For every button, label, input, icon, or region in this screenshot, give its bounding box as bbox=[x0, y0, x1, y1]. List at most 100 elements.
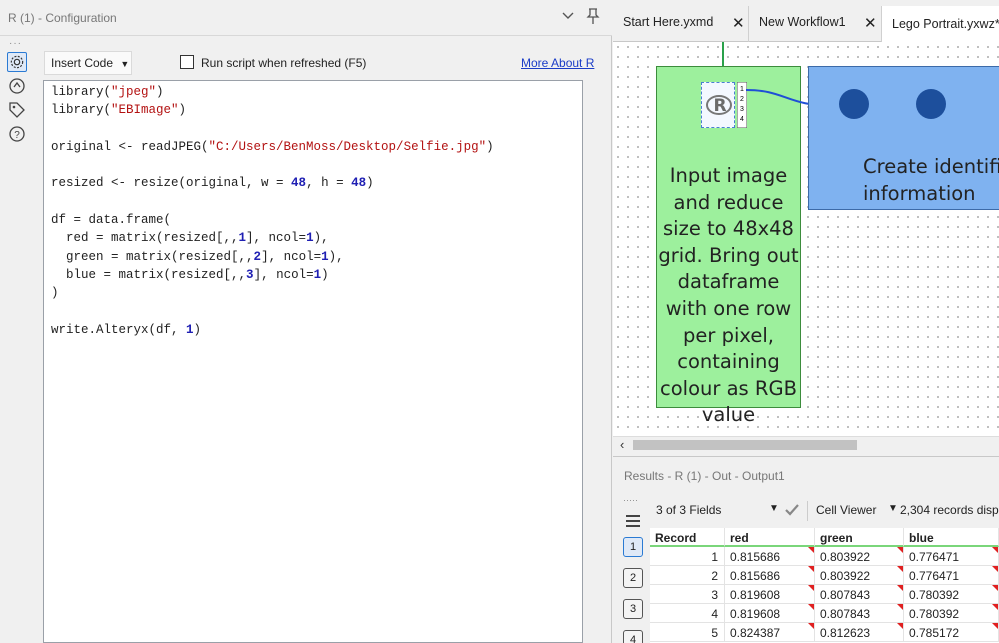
code-line[interactable]: df = data.frame( bbox=[51, 211, 494, 229]
code-line[interactable]: ​ bbox=[51, 193, 494, 211]
cell-flag-icon bbox=[808, 547, 814, 553]
svg-text:3: 3 bbox=[740, 106, 744, 113]
code-line[interactable]: ​ bbox=[51, 303, 494, 321]
table-cell[interactable]: 0.807843 bbox=[815, 604, 904, 623]
code-line[interactable]: library("EBImage") bbox=[51, 101, 494, 119]
table-row[interactable]: 2 0.815686 0.803922 0.776471 bbox=[650, 566, 999, 585]
table-cell[interactable]: 0.785172 bbox=[904, 623, 999, 642]
table-row[interactable]: 4 0.819608 0.807843 0.780392 bbox=[650, 604, 999, 623]
record-number-cell[interactable]: 5 bbox=[650, 623, 725, 642]
code-line[interactable]: ​ bbox=[51, 120, 494, 138]
close-icon[interactable]: ✕ bbox=[864, 14, 877, 32]
svg-text:R: R bbox=[713, 96, 726, 116]
drag-handle-dots: ··· bbox=[9, 38, 22, 49]
code-line[interactable]: resized <- resize(original, w = 48, h = … bbox=[51, 174, 494, 192]
workflow-canvas[interactable]: Input image and reduce size to 48x48 gri… bbox=[613, 42, 999, 436]
code-text[interactable]: library("jpeg")library("EBImage")​origin… bbox=[51, 83, 494, 339]
results-grid[interactable]: Record red green blue 1 0.815686 0.803922 0.776… bbox=[650, 528, 999, 643]
close-icon[interactable]: ✕ bbox=[732, 14, 745, 32]
column-header[interactable]: red bbox=[725, 528, 815, 547]
table-cell[interactable]: 0.807843 bbox=[815, 585, 904, 604]
table-row[interactable]: 3 0.819608 0.807843 0.780392 bbox=[650, 585, 999, 604]
table-cell[interactable]: 0.815686 bbox=[725, 547, 815, 566]
code-line[interactable]: red = matrix(resized[,,1], ncol=1), bbox=[51, 229, 494, 247]
cell-flag-icon bbox=[992, 623, 998, 629]
table-cell[interactable]: 0.780392 bbox=[904, 604, 999, 623]
table-row[interactable]: 5 0.824387 0.812623 0.785172 bbox=[650, 623, 999, 642]
code-line[interactable]: ​ bbox=[51, 156, 494, 174]
output-1-button[interactable]: 1 bbox=[623, 537, 643, 557]
help-icon[interactable]: ? bbox=[7, 124, 27, 144]
tab-start-here[interactable]: Start Here.yxmd ✕ bbox=[613, 6, 749, 42]
record-number-cell[interactable]: 1 bbox=[650, 547, 725, 566]
table-row[interactable]: 1 0.815686 0.803922 0.776471 bbox=[650, 547, 999, 566]
insert-code-dropdown[interactable]: Insert Code ▼ bbox=[44, 51, 132, 75]
r-code-editor[interactable]: library("jpeg")library("EBImage")​origin… bbox=[43, 80, 583, 643]
column-header[interactable]: Record bbox=[650, 528, 725, 547]
more-about-r-link[interactable]: More About R bbox=[521, 56, 594, 70]
table-cell[interactable]: 0.824387 bbox=[725, 623, 815, 642]
code-line[interactable]: blue = matrix(resized[,,3], ncol=1) bbox=[51, 266, 494, 284]
scrollbar-thumb[interactable] bbox=[633, 440, 857, 450]
tag-icon[interactable] bbox=[7, 100, 27, 120]
run-script-checkbox[interactable] bbox=[180, 55, 194, 69]
checkmark-icon[interactable] bbox=[783, 501, 801, 519]
cell-flag-icon bbox=[897, 585, 903, 591]
code-line[interactable]: original <- readJPEG("C:/Users/BenMoss/D… bbox=[51, 138, 494, 156]
table-cell[interactable]: 0.780392 bbox=[904, 585, 999, 604]
table-cell[interactable]: 0.776471 bbox=[904, 547, 999, 566]
table-cell[interactable]: 0.819608 bbox=[725, 604, 815, 623]
chevron-down-icon[interactable] bbox=[560, 8, 576, 24]
drag-handle-dots: ····· bbox=[623, 495, 638, 505]
annotation-container-blue[interactable]: Create identifie information bbox=[808, 66, 999, 210]
r-tool[interactable]: R bbox=[701, 82, 735, 128]
pin-icon[interactable] bbox=[584, 7, 602, 25]
results-panel: Results - R (1) - Out - Output1 ····· 1 … bbox=[613, 456, 999, 643]
refresh-arrow-icon[interactable] bbox=[7, 76, 27, 96]
gear-icon[interactable] bbox=[7, 52, 27, 72]
configuration-header: R (1) - Configuration bbox=[0, 0, 612, 36]
tool-icon-1[interactable] bbox=[839, 89, 869, 119]
output-3-button[interactable]: 3 bbox=[623, 599, 643, 619]
record-number-cell[interactable]: 4 bbox=[650, 604, 725, 623]
code-line[interactable]: green = matrix(resized[,,2], ncol=1), bbox=[51, 248, 494, 266]
list-icon[interactable] bbox=[623, 511, 643, 531]
output-4-button[interactable]: 4 bbox=[623, 630, 643, 643]
horizontal-scrollbar[interactable]: ‹ bbox=[613, 436, 999, 452]
cell-flag-icon bbox=[897, 547, 903, 553]
svg-text:1: 1 bbox=[740, 86, 744, 93]
fields-dropdown[interactable]: 3 of 3 Fields bbox=[656, 503, 721, 517]
output-2-button[interactable]: 2 bbox=[623, 568, 643, 588]
annotation-text: Create identifie information bbox=[863, 155, 999, 205]
results-side-toolbar: ····· 1 2 3 4 bbox=[619, 495, 647, 643]
table-cell[interactable]: 0.815686 bbox=[725, 566, 815, 585]
scroll-left-icon[interactable]: ‹ bbox=[620, 437, 624, 452]
caret-down-icon[interactable]: ▼ bbox=[888, 503, 898, 514]
tab-label: Lego Portrait.yxwz* bbox=[892, 17, 999, 31]
cell-flag-icon bbox=[897, 604, 903, 610]
column-header[interactable]: blue bbox=[904, 528, 999, 547]
record-number-cell[interactable]: 2 bbox=[650, 566, 725, 585]
table-cell[interactable]: 0.776471 bbox=[904, 566, 999, 585]
code-line[interactable]: write.Alteryx(df, 1) bbox=[51, 321, 494, 339]
tab-new-workflow[interactable]: New Workflow1 ✕ bbox=[749, 6, 882, 42]
cell-viewer-dropdown[interactable]: Cell Viewer bbox=[816, 503, 876, 517]
annotation-text: Input image and reduce size to 48x48 gri… bbox=[658, 164, 799, 427]
records-count: 2,304 records displayed bbox=[900, 503, 999, 517]
run-script-label: Run script when refreshed (F5) bbox=[201, 56, 367, 70]
column-header[interactable]: green bbox=[815, 528, 904, 547]
code-line[interactable]: ) bbox=[51, 284, 494, 302]
table-cell[interactable]: 0.803922 bbox=[815, 566, 904, 585]
table-cell[interactable]: 0.812623 bbox=[815, 623, 904, 642]
svg-text:2: 2 bbox=[740, 96, 744, 103]
table-cell[interactable]: 0.819608 bbox=[725, 585, 815, 604]
code-line[interactable]: library("jpeg") bbox=[51, 83, 494, 101]
cell-flag-icon bbox=[992, 547, 998, 553]
tool-icon-2[interactable] bbox=[916, 89, 946, 119]
caret-down-icon: ▼ bbox=[120, 59, 130, 69]
caret-down-icon[interactable]: ▼ bbox=[769, 503, 779, 514]
record-number-cell[interactable]: 3 bbox=[650, 585, 725, 604]
tab-lego-portrait[interactable]: Lego Portrait.yxwz* bbox=[882, 6, 999, 42]
cell-flag-icon bbox=[992, 566, 998, 572]
table-cell[interactable]: 0.803922 bbox=[815, 547, 904, 566]
